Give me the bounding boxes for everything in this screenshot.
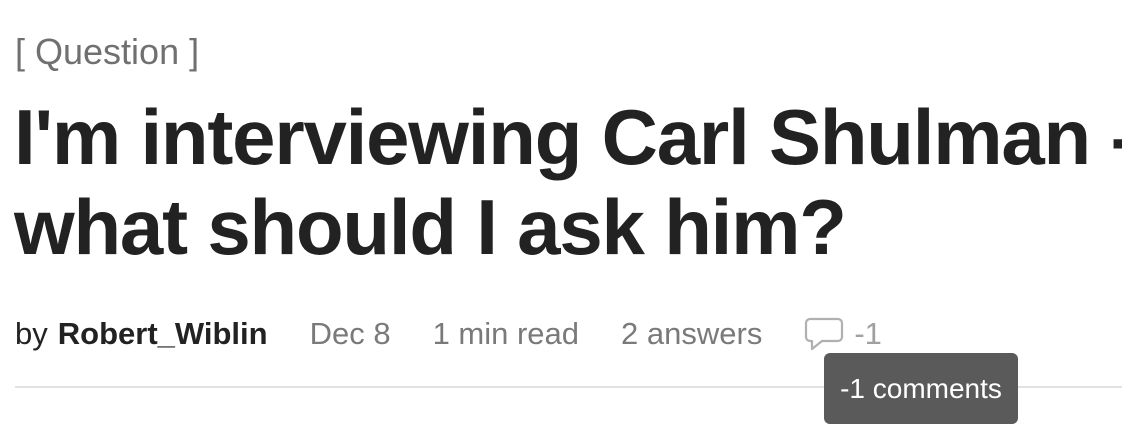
- post-title-line-2[interactable]: what should I ask him?: [14, 183, 847, 271]
- comment-count: -1: [854, 316, 882, 351]
- author-link[interactable]: Robert_Wiblin: [58, 316, 268, 352]
- post-title-line-1[interactable]: I'm interviewing Carl Shulman -: [14, 93, 1122, 181]
- answers-link[interactable]: 2 answers: [621, 316, 762, 352]
- read-time: 1 min read: [432, 316, 580, 351]
- comment-bubble-icon: [805, 317, 844, 351]
- comments-link[interactable]: -1: [804, 316, 882, 352]
- post-meta-bar: by Robert_Wiblin Dec 8 1 min read 2 answ…: [15, 312, 882, 356]
- by-label: by: [15, 316, 48, 351]
- post-type-tag[interactable]: [ Question ]: [15, 30, 199, 74]
- comments-tooltip: -1 comments: [824, 353, 1018, 424]
- post-title[interactable]: I'm interviewing Carl Shulman - what sho…: [14, 92, 1122, 272]
- post-date: Dec 8: [309, 316, 391, 351]
